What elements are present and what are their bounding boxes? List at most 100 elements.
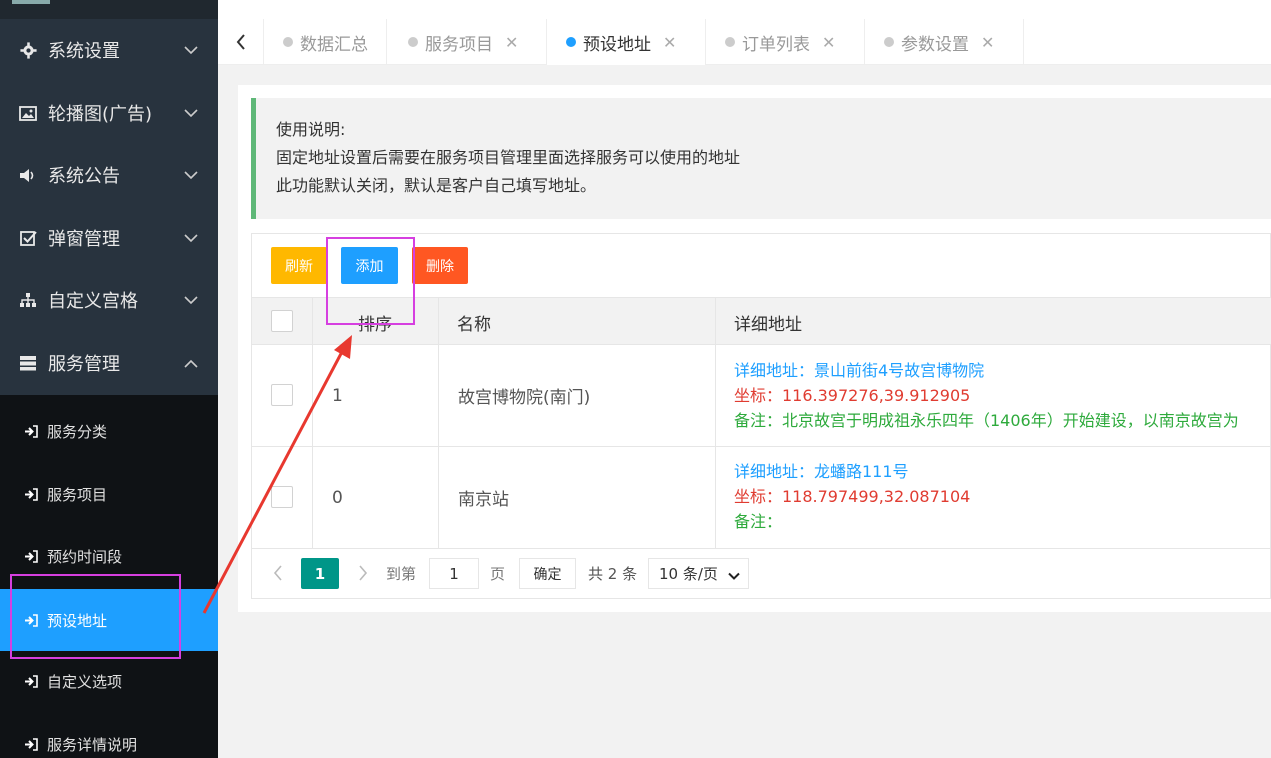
column-divider (715, 297, 716, 549)
column-divider (312, 297, 313, 549)
column-header-detail[interactable]: 详细地址 (734, 298, 802, 346)
menu-label: 服务管理 (48, 354, 120, 375)
chevron-down-icon (184, 43, 198, 57)
tab-service-project[interactable]: 服务项目 ✕ (387, 19, 547, 65)
tab-order-list[interactable]: 订单列表 ✕ (706, 19, 865, 65)
header-bar (218, 0, 1271, 19)
notice-title: 使用说明: (276, 120, 346, 139)
tab-dot (725, 37, 735, 47)
row-checkbox[interactable] (271, 486, 293, 508)
goto-label: 到第 (386, 565, 417, 583)
chevron-up-icon (184, 356, 198, 370)
sidebar-item-label: 预约时间段 (47, 547, 123, 566)
detail-note: 备注： (734, 512, 783, 531)
tab-label: 订单列表 (742, 34, 810, 55)
prev-page-button[interactable] (263, 558, 293, 588)
page-unit-label: 页 (490, 565, 506, 583)
menu-label: 系统公告 (48, 166, 120, 187)
close-icon[interactable]: ✕ (663, 33, 676, 52)
menu-carousel[interactable]: 轮播图(广告) (0, 82, 218, 144)
chevron-down-icon (184, 106, 198, 120)
row-sort: 0 (332, 487, 343, 508)
row-detail: 详细地址：龙蟠路111号 坐标：118.797499,32.087104 备注： (734, 459, 970, 534)
sign-in-icon (24, 674, 38, 688)
tab-label: 参数设置 (901, 34, 969, 55)
usage-notice: 使用说明: 固定地址设置后需要在服务项目管理里面选择服务可以使用的地址 此功能默… (251, 98, 1271, 219)
chevron-down-icon (728, 567, 740, 585)
chevron-left-icon (273, 565, 282, 581)
sidebar-item-service-category[interactable]: 服务分类 (0, 400, 218, 462)
chevron-down-icon (184, 231, 198, 245)
current-page[interactable]: 1 (301, 558, 339, 589)
select-all-checkbox[interactable] (271, 310, 293, 332)
column-divider (438, 297, 439, 549)
tab-data-summary[interactable]: 数据汇总 (264, 19, 387, 65)
detail-coords: 坐标：116.397276,39.912905 (734, 386, 971, 405)
row-checkbox[interactable] (271, 384, 293, 406)
highlight-box-sidebar (10, 574, 181, 659)
chevron-down-icon (184, 168, 198, 182)
server-icon (18, 353, 38, 373)
logo-image (12, 0, 50, 4)
speaker-icon (18, 165, 38, 185)
menu-label: 轮播图(广告) (48, 104, 153, 125)
detail-coords: 坐标：118.797499,32.087104 (734, 487, 971, 506)
tab-dot (566, 37, 576, 47)
highlight-box-add (326, 237, 415, 325)
sidebar-item-label: 服务项目 (47, 485, 108, 504)
tab-scroll-left-button[interactable] (218, 19, 264, 65)
next-page-button[interactable] (348, 558, 378, 588)
menu-service-management[interactable]: 服务管理 (0, 332, 218, 394)
detail-address: 详细地址：龙蟠路111号 (734, 462, 909, 481)
menu-announcements[interactable]: 系统公告 (0, 144, 218, 206)
sidebar-item-service-project[interactable]: 服务项目 (0, 463, 218, 525)
menu-custom-grid[interactable]: 自定义宫格 (0, 269, 218, 331)
detail-address: 详细地址：景山前街4号故宫博物院 (734, 361, 985, 380)
total-count: 共 2 条 (588, 565, 638, 583)
sidebar-item-label: 服务详情说明 (47, 735, 138, 754)
tab-label: 服务项目 (425, 34, 493, 55)
row-sort: 1 (332, 385, 343, 406)
notice-line: 固定地址设置后需要在服务项目管理里面选择服务可以使用的地址 (276, 148, 741, 167)
tab-label: 预设地址 (583, 34, 651, 55)
close-icon[interactable]: ✕ (981, 33, 994, 52)
menu-label: 弹窗管理 (48, 229, 120, 250)
checkbox-icon (18, 228, 38, 248)
tab-bar: 数据汇总 服务项目 ✕ 预设地址 ✕ 订单列表 ✕ 参数设置 ✕ (218, 19, 1271, 65)
sign-in-icon (24, 737, 38, 751)
refresh-button[interactable]: 刷新 (271, 247, 327, 284)
goto-page-input[interactable] (429, 558, 479, 589)
menu-popup[interactable]: 弹窗管理 (0, 207, 218, 269)
sitemap-icon (18, 290, 38, 310)
column-header-name[interactable]: 名称 (457, 298, 491, 346)
page-size-select[interactable]: 10 条/页 (648, 558, 749, 589)
sidebar-item-label: 自定义选项 (47, 672, 123, 691)
sign-in-icon (24, 549, 38, 563)
logo-area (0, 0, 218, 19)
detail-note: 备注：北京故宫于明成祖永乐四年（1406年）开始建设，以南京故宫为 (734, 411, 1239, 430)
chevron-left-icon (236, 34, 245, 50)
close-icon[interactable]: ✕ (505, 33, 518, 52)
delete-button[interactable]: 删除 (412, 247, 468, 284)
sidebar-item-service-details[interactable]: 服务详情说明 (0, 713, 218, 758)
close-icon[interactable]: ✕ (822, 33, 835, 52)
row-name: 南京站 (458, 490, 509, 510)
confirm-button[interactable]: 确定 (519, 558, 576, 589)
sign-in-icon (24, 487, 38, 501)
pagination: 1 到第 页 确定 共 2 条 10 条/页 (252, 549, 1271, 597)
chevron-down-icon (184, 293, 198, 307)
menu-system-settings[interactable]: 系统设置 (0, 19, 218, 81)
menu-label: 自定义宫格 (48, 291, 138, 312)
page-size-value: 10 条/页 (659, 565, 718, 583)
row-detail: 详细地址：景山前街4号故宫博物院 坐标：116.397276,39.912905… (734, 358, 1239, 433)
sign-in-icon (24, 424, 38, 438)
tab-dot (408, 37, 418, 47)
tab-dot (283, 37, 293, 47)
tab-dot (884, 37, 894, 47)
sidebar-item-label: 服务分类 (47, 422, 108, 441)
image-icon (18, 103, 38, 123)
sidebar-item-custom-options[interactable]: 自定义选项 (0, 650, 218, 712)
tab-preset-address[interactable]: 预设地址 ✕ (547, 19, 706, 65)
tab-parameter-settings[interactable]: 参数设置 ✕ (865, 19, 1024, 65)
tab-label: 数据汇总 (300, 34, 368, 55)
